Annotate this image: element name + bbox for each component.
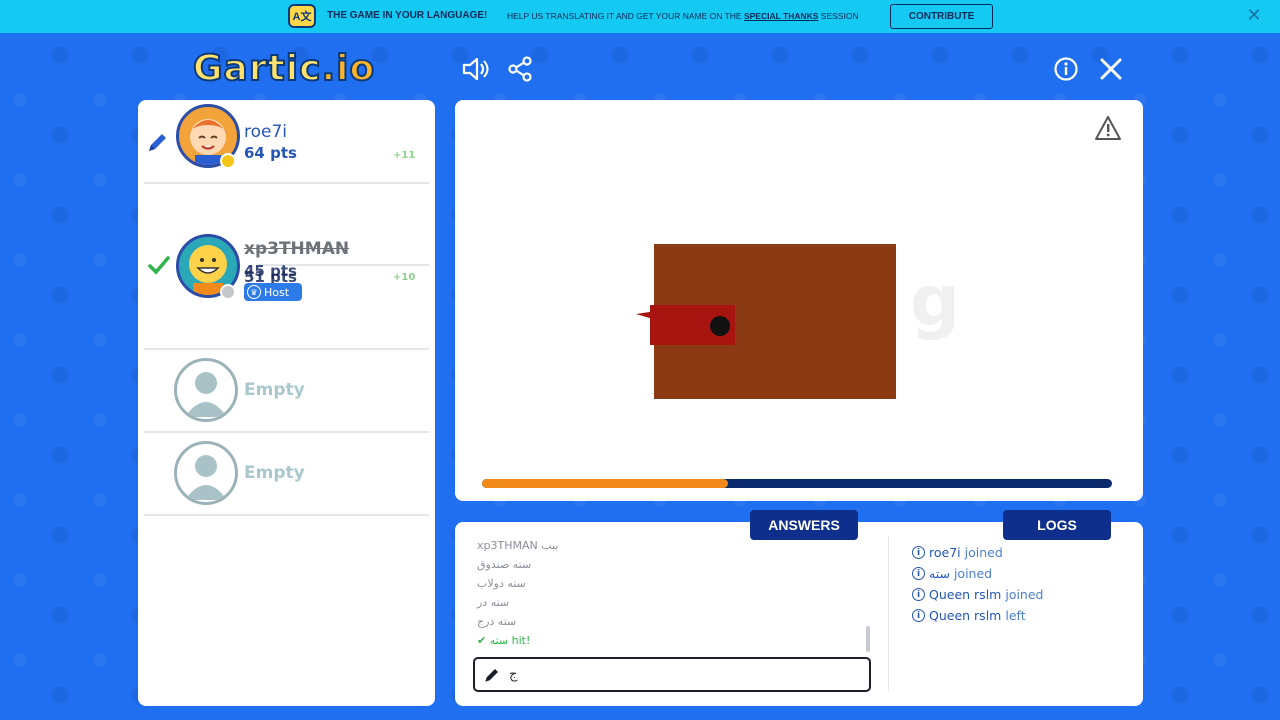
divider [144,514,429,516]
logo-text: Gartic [192,47,322,90]
log-action: joined [953,566,993,581]
log-player-name: Queen rslm [929,608,1002,623]
player-points: 64 pts [244,144,297,162]
player-name: xp3THMAN [244,239,350,259]
info-icon: i [912,609,925,622]
speaker-icon[interactable] [461,55,489,83]
answer-input-box[interactable] [473,657,871,692]
gartic-logo: Gartic.io [192,47,383,90]
pencil-icon [146,130,170,158]
empty-avatar-icon [174,441,238,505]
empty-slot: Empty [138,433,435,516]
drawing-board[interactable]: g [455,100,1143,501]
log-player-name: roe7i [929,545,961,560]
banner-headline: THE GAME IN YOUR LANGUAGE! [327,10,488,21]
banner-text: HELP US TRANSLATING IT AND GET YOUR NAME… [507,11,859,21]
banner-text-after: SESSION [818,11,859,21]
answer-line: سته صندوق [477,555,867,574]
answer-text: سته hit! [489,634,531,647]
status-dot [220,284,236,300]
chat-panel: xp3THMAN ببب سته صندوق سته دولاب سته در سته … [455,522,1143,706]
panel-divider [888,536,889,691]
log-entry: i سته joined [912,563,1132,584]
points-delta: +11 [393,150,416,161]
log-action: joined [1005,587,1044,602]
close-icon[interactable]: ✕ [1245,6,1263,26]
share-icon[interactable] [506,55,534,83]
info-icon: i [912,588,925,601]
answer-text: سته درج [477,615,517,628]
player-list: roe7i 64 pts +11 xp3THMAN 45 pts 51 pts … [138,100,435,706]
empty-label: Empty [244,463,305,483]
points-delta: +10 [393,272,416,283]
translate-icon: A文 [288,4,316,28]
answer-line: سته دولاب [477,574,867,593]
close-game-icon[interactable] [1097,55,1125,83]
player-card[interactable]: roe7i 64 pts +11 [138,100,435,184]
info-icon: i [912,567,925,580]
logs-tab[interactable]: LOGS [1003,510,1111,540]
banner-text-before: HELP US TRANSLATING IT AND GET YOUR NAME… [507,11,744,21]
answers-list: xp3THMAN ببب سته صندوق سته دولاب سته در سته … [477,536,867,650]
answer-text: سته صندوق [477,558,532,571]
correct-answer-line: ✔ سته hit! [477,631,867,650]
answers-scrollbar[interactable] [866,626,870,652]
answer-line: سته در [477,593,867,612]
empty-avatar-icon [174,358,238,422]
log-action: joined [964,545,1003,560]
empty-label: Empty [244,380,305,400]
drawn-keyhole [710,316,730,336]
svg-text:g: g [910,260,960,342]
answer-text: xp3THMAN ببب [477,539,559,552]
answer-text: سته دولاب [477,577,526,590]
timer-progress-fill [482,479,728,488]
special-thanks-link[interactable]: SPECIAL THANKS [744,11,818,21]
contribute-button[interactable]: CONTRIBUTE [890,4,993,29]
crown-icon: ♛ [247,285,261,299]
host-badge: ♛ Host [244,283,302,301]
answers-tab[interactable]: ANSWERS [750,510,858,540]
info-icon: i [912,546,925,559]
logs-list: i roe7i joined i سته joined i Queen rslm joined i… [912,542,1132,626]
logo-suffix: .io [320,47,376,90]
log-action: left [1005,608,1026,623]
drawing-canvas[interactable]: g [455,100,1143,500]
translation-banner: A文 THE GAME IN YOUR LANGUAGE! HELP US TR… [0,0,1280,33]
info-icon[interactable] [1052,55,1080,83]
log-entry: i Queen rslm joined [912,584,1132,605]
log-player-name: Queen rslm [929,587,1002,602]
host-label: Host [264,285,290,299]
log-entry: i roe7i joined [912,542,1132,563]
pencil-icon [483,666,501,684]
timer-progress-bar [482,479,1112,488]
status-dot [220,153,236,169]
check-icon: ✔ [477,634,490,647]
player-card[interactable]: xp3THMAN 45 pts 51 pts +10 ♛ Host [138,184,435,350]
answer-line: سته درج [477,612,867,631]
log-player-name: سته [929,566,950,581]
answer-input[interactable] [509,667,849,682]
answer-text: سته در [477,596,510,609]
empty-slot: Empty [138,350,435,433]
check-icon [148,255,170,279]
log-entry: i Queen rslm left [912,605,1132,626]
player-name: roe7i [244,122,288,142]
